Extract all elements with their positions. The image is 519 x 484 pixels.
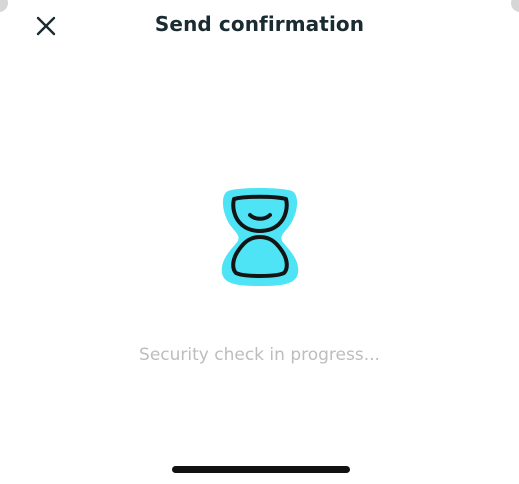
page-title: Send confirmation xyxy=(154,12,365,36)
send-confirmation-screen: Send confirmation Security check in prog… xyxy=(0,0,519,484)
status-text: Security check in progress... xyxy=(139,345,380,365)
header: Send confirmation xyxy=(0,0,519,52)
home-indicator[interactable] xyxy=(172,466,350,473)
hourglass-icon xyxy=(221,188,299,286)
